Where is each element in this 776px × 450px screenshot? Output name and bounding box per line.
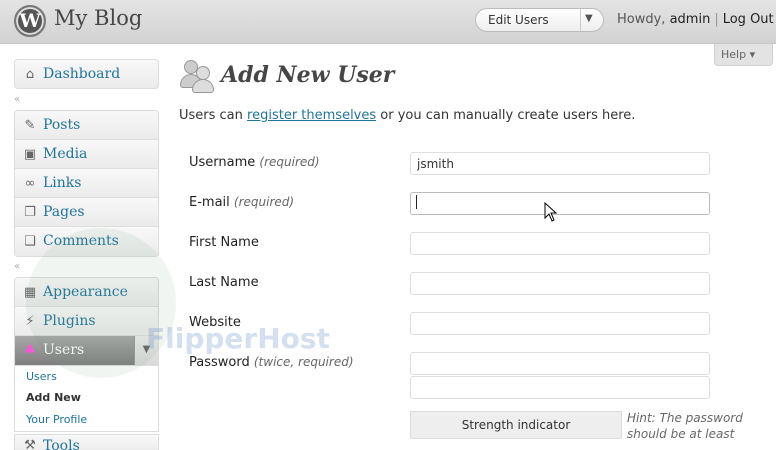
last-name-label: Last Name: [189, 275, 259, 290]
submenu-item-users[interactable]: Users: [26, 370, 57, 383]
home-icon: ⌂: [25, 67, 35, 82]
password-confirm-field[interactable]: [410, 376, 710, 399]
submenu-item-add-new[interactable]: Add New: [26, 391, 81, 404]
admin-header: W My Blog Edit Users ▼ Howdy, admin | Log …: [0, 0, 776, 44]
register-themselves-link[interactable]: register themselves: [247, 108, 376, 123]
mouse-cursor-icon: [544, 202, 558, 222]
username-field[interactable]: [410, 152, 710, 175]
sidebar-item-label: Pages: [43, 204, 85, 220]
menu-collapse-icon[interactable]: «: [14, 94, 20, 105]
sidebar-item-label: Links: [43, 175, 82, 191]
user-greeting: Howdy, admin | Log Out: [617, 12, 774, 27]
pushpin-icon: ✎: [24, 118, 36, 133]
users-icon: [180, 58, 216, 94]
sidebar-item-label: Media: [43, 146, 88, 162]
favorite-actions-dropdown[interactable]: Edit Users ▼: [475, 8, 604, 32]
password-hint: Hint: The password should be at least: [627, 411, 743, 441]
logout-link[interactable]: Log Out: [723, 12, 774, 27]
separator: |: [714, 12, 719, 27]
website-field[interactable]: [410, 312, 710, 335]
sidebar-item-pages[interactable]: ❐ Pages: [15, 198, 158, 227]
password-field[interactable]: [410, 352, 710, 375]
intro-text: Users can register themselves or you can…: [179, 108, 636, 123]
sidebar-item-links[interactable]: ∞ Links: [15, 169, 158, 198]
watermark-mascot: [26, 228, 176, 378]
help-tab[interactable]: Help ▾: [714, 44, 773, 66]
media-icon: ▣: [23, 147, 37, 162]
comment-icon: ❑: [24, 234, 36, 249]
username-label: Username (required): [189, 155, 320, 170]
text-caret: [416, 195, 417, 209]
first-name-field[interactable]: [410, 232, 710, 255]
sidebar-item-label: Dashboard: [43, 66, 121, 82]
sidebar-item-media[interactable]: ▣ Media: [15, 140, 158, 169]
users-icon: ♣: [24, 343, 36, 358]
last-name-field[interactable]: [410, 272, 710, 295]
profile-link[interactable]: admin: [670, 12, 711, 27]
sidebar-item-label: Posts: [43, 117, 81, 133]
blog-title[interactable]: My Blog: [54, 6, 142, 30]
sidebar-item-label: Tools: [43, 438, 80, 450]
menu-collapse-icon[interactable]: «: [14, 261, 20, 272]
sidebar-item-tools[interactable]: ⚒ Tools: [14, 434, 159, 450]
tools-icon: ⚒: [24, 438, 36, 450]
email-label: E-mail (required): [189, 195, 295, 210]
website-label: Website: [189, 315, 241, 330]
sidebar-item-posts[interactable]: ✎ Posts: [15, 111, 158, 140]
pages-icon: ❐: [24, 205, 36, 220]
dropdown-divider: [580, 9, 581, 31]
greeting-text: Howdy,: [617, 12, 666, 27]
submenu-item-your-profile[interactable]: Your Profile: [26, 413, 87, 426]
email-field[interactable]: [410, 192, 710, 215]
chevron-down-icon[interactable]: ▼: [585, 13, 593, 24]
page-title: Add New User: [221, 62, 395, 88]
link-icon: ∞: [24, 176, 36, 191]
wordpress-logo-icon[interactable]: W: [14, 5, 46, 37]
password-label: Password (twice, required): [189, 355, 354, 370]
favorite-action-label[interactable]: Edit Users: [488, 13, 549, 27]
first-name-label: First Name: [189, 235, 259, 250]
password-strength-indicator: Strength indicator: [410, 411, 622, 439]
sidebar-item-dashboard[interactable]: ⌂ Dashboard: [14, 59, 159, 89]
